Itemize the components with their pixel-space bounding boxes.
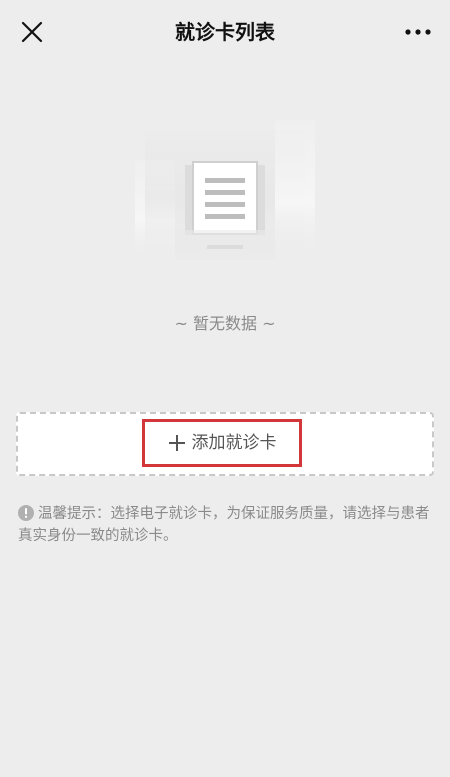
add-card-highlight[interactable]: 添加就诊卡	[142, 419, 302, 467]
add-card-button[interactable]: 添加就诊卡	[16, 412, 434, 476]
plus-icon	[168, 434, 186, 452]
tip-text: 温馨提示：选择电子就诊卡，为保证服务质量，请选择与患者真实身份一致的就诊卡。	[18, 506, 430, 544]
info-icon	[18, 505, 34, 521]
empty-state-text: ~ 暂无数据 ~	[174, 314, 276, 333]
add-card-label: 添加就诊卡	[191, 433, 277, 453]
page-title: 就诊卡列表	[175, 20, 275, 44]
more-dots-icon[interactable]	[404, 22, 432, 42]
tip-text-block: 温馨提示：选择电子就诊卡，为保证服务质量，请选择与患者真实身份一致的就诊卡。	[18, 503, 436, 547]
nav-bar: 就诊卡列表	[0, 0, 450, 64]
document-placeholder-icon	[125, 110, 325, 280]
